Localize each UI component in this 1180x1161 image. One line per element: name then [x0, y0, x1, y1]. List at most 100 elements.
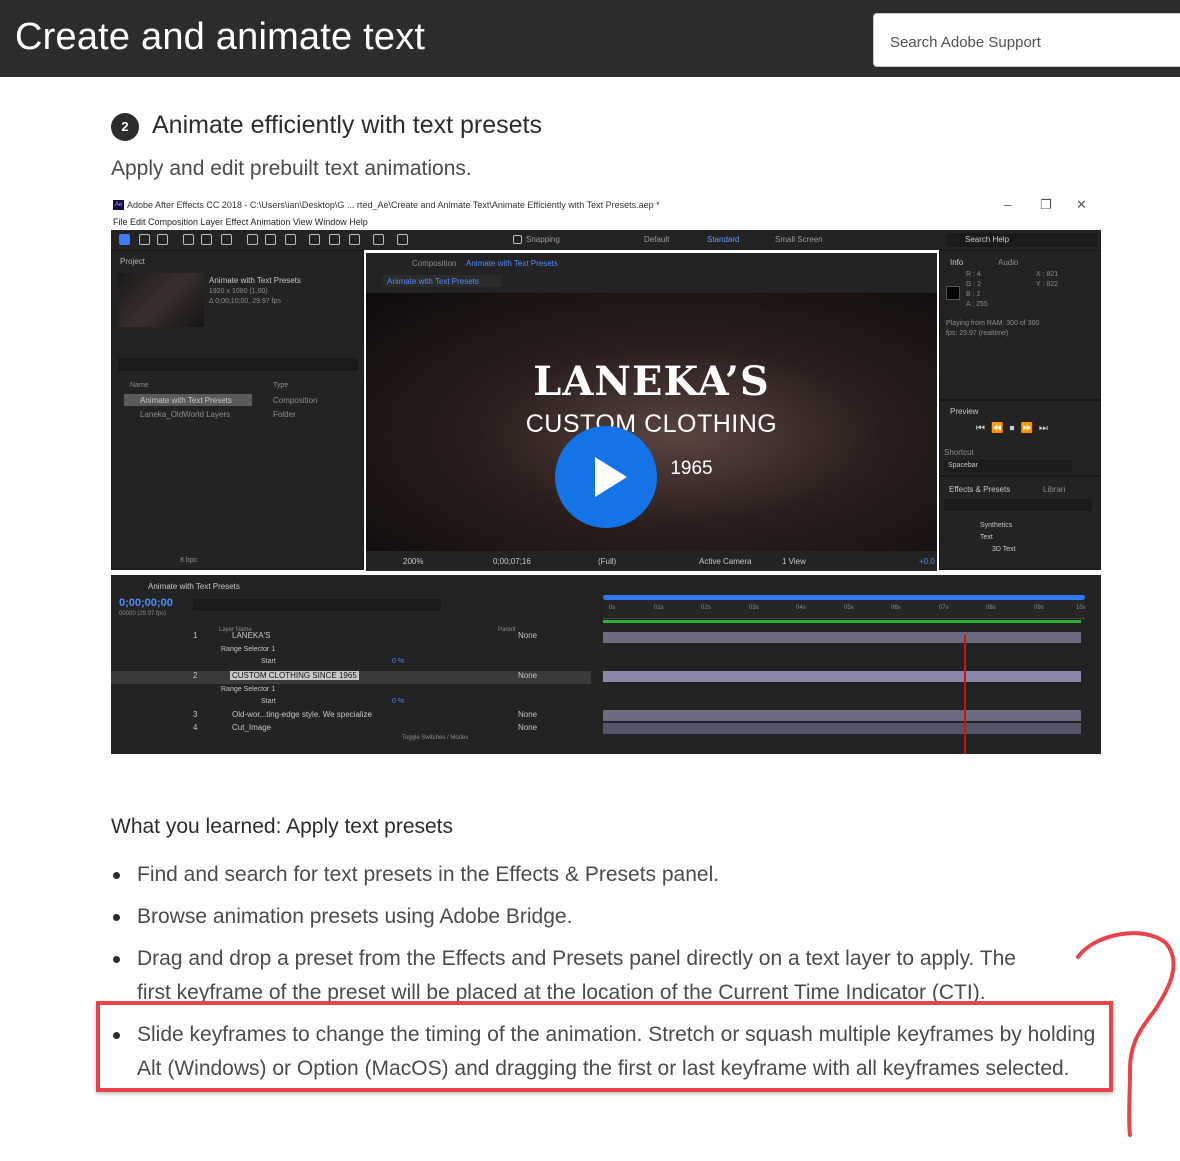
- layer-row[interactable]: Start 0 %: [111, 658, 591, 671]
- ruler-tick: 01s: [654, 605, 664, 611]
- layer-duration-bar[interactable]: [603, 710, 1081, 721]
- viewer-timecode[interactable]: 0;00;07;16: [493, 557, 531, 566]
- zoom-tool-icon: [157, 234, 168, 245]
- ruler-tick: 06s: [891, 605, 901, 611]
- zoom-level[interactable]: 200%: [403, 557, 423, 566]
- page: Create and animate text Search Adobe Sup…: [0, 0, 1180, 1161]
- rotate-tool-icon: [183, 234, 194, 245]
- workspace-small-screen[interactable]: Small Screen: [775, 235, 823, 244]
- layer-row-selected[interactable]: 2 CUSTOM CLOTHING SINCE 1965 None: [111, 671, 591, 684]
- video-play-button[interactable]: [555, 426, 657, 528]
- layer-row[interactable]: 1 LANEKA'S None: [111, 631, 591, 644]
- workspace-default[interactable]: Default: [644, 235, 669, 244]
- bpc-label[interactable]: 8 bpc: [180, 557, 197, 564]
- learned-bullet: Browse animation presets using Adobe Bri…: [111, 900, 1111, 934]
- learned-bullet: Drag and drop a preset from the Effects …: [111, 942, 1021, 1010]
- libraries-tab[interactable]: Librari: [1043, 485, 1065, 494]
- view-layout-dropdown[interactable]: 1 View: [782, 557, 806, 566]
- search-placeholder: Search Adobe Support: [890, 34, 1041, 51]
- learned-bullet: Find and search for text presets in the …: [111, 858, 1111, 892]
- learned-title: What you learned: Apply text presets: [111, 815, 454, 838]
- layer-parent[interactable]: None: [518, 710, 537, 719]
- type-tool-icon: [285, 234, 296, 245]
- render-bar: [603, 620, 1081, 623]
- timeline-panel: Animate with Text Presets 0;00;00;00 000…: [111, 575, 1101, 754]
- effects-tree-synthetics[interactable]: Synthetics: [980, 522, 1012, 529]
- work-area-bar[interactable]: [603, 595, 1085, 600]
- ae-menubar: File Edit Composition Layer Effect Anima…: [111, 217, 1101, 230]
- time-ruler[interactable]: 0s 01s 02s 03s 04s 05s 06s 07s 08s 09s 1…: [603, 595, 1086, 619]
- project-item-meta1: 1920 x 1080 (1.00): [209, 288, 268, 295]
- project-row-type: Folder: [273, 410, 296, 419]
- composition-thumbnail: [118, 273, 204, 327]
- toggle-switches-modes[interactable]: Toggle Switches / Modes: [402, 735, 468, 741]
- layer-value[interactable]: 0 %: [392, 698, 404, 705]
- brush-tool-icon: [309, 234, 320, 245]
- layer-row[interactable]: 4 Cut_Image None: [111, 723, 591, 736]
- page-header: Create and animate text Search Adobe Sup…: [0, 0, 1180, 77]
- current-time-indicator[interactable]: [964, 635, 966, 754]
- camera-tool-icon: [201, 234, 212, 245]
- shortcut-value: Spacebar: [948, 462, 978, 469]
- ae-logo-icon: Ae: [113, 200, 124, 210]
- comp-subtab-label: Animate with Text Presets: [387, 277, 479, 286]
- resolution-dropdown[interactable]: (Full): [598, 557, 616, 566]
- effects-presets-tab[interactable]: Effects & Presets: [949, 485, 1010, 494]
- layer-name: Start: [261, 658, 276, 665]
- ruler-tick: 10s: [1076, 605, 1086, 611]
- comp-subtab[interactable]: Animate with Text Presets: [382, 275, 502, 287]
- timeline-tab[interactable]: Animate with Text Presets: [148, 582, 240, 591]
- ae-titlebar: Ae Adobe After Effects CC 2018 - C:\User…: [111, 193, 1101, 217]
- layer-name: Cut_Image: [232, 723, 272, 732]
- layer-duration-bar[interactable]: [603, 723, 1081, 734]
- layer-duration-bar[interactable]: [603, 632, 1081, 643]
- info-tab[interactable]: Info: [950, 258, 963, 267]
- layer-row[interactable]: 3 Old-wor...ting-edge style. We speciali…: [111, 710, 591, 723]
- preview-panel: Preview ⏮⏪⏹⏩⏭ Shortcut Spacebar: [939, 400, 1101, 476]
- exposure-value[interactable]: +0.0: [919, 557, 935, 566]
- color-swatch: [946, 286, 960, 300]
- search-help-field[interactable]: Search Help: [947, 233, 1097, 247]
- workspace-standard[interactable]: Standard: [707, 235, 739, 244]
- project-row-name: Animate with Text Presets: [140, 396, 232, 405]
- timeline-search-field[interactable]: [193, 599, 441, 611]
- search-input[interactable]: Search Adobe Support: [873, 13, 1180, 67]
- audio-tab[interactable]: Audio: [998, 258, 1018, 267]
- comp-tab-label: Composition: [412, 259, 457, 268]
- timeline-timecode[interactable]: 0;00;00;00: [119, 597, 173, 609]
- section-subtitle: Apply and edit prebuilt text animations.: [111, 157, 472, 180]
- playback-controls-icon[interactable]: ⏮⏪⏹⏩⏭: [976, 423, 1054, 434]
- layer-name: Range Selector 1: [221, 646, 276, 653]
- effects-tree-3d-text[interactable]: 3D Text: [992, 546, 1016, 553]
- layer-name: Start: [261, 698, 276, 705]
- effects-search-field[interactable]: [944, 499, 1092, 511]
- question-mark-annotation-icon: [1076, 931, 1176, 1137]
- snapping-checkbox[interactable]: [513, 235, 522, 244]
- layer-parent[interactable]: None: [518, 671, 537, 680]
- info-panel: Info Audio R : 4 G : 2 B : 2 A : 255 X :…: [939, 250, 1101, 400]
- project-col-name: Name: [130, 382, 149, 389]
- ruler-tick: 05s: [844, 605, 854, 611]
- composition-panel-header: Composition Animate with Text Presets An…: [366, 253, 937, 293]
- layer-duration-bar-selected[interactable]: [603, 671, 1081, 682]
- effects-tree-text[interactable]: Text: [980, 534, 993, 541]
- shortcut-dropdown[interactable]: Spacebar: [944, 460, 1072, 472]
- viewer-title-line3: 1965: [670, 458, 713, 479]
- layer-value[interactable]: 0 %: [392, 658, 404, 665]
- preview-tab[interactable]: Preview: [950, 407, 978, 416]
- layer-parent[interactable]: None: [518, 723, 537, 732]
- page-title: Create and animate text: [15, 16, 426, 58]
- tutorial-video[interactable]: Ae Adobe After Effects CC 2018 - C:\User…: [111, 193, 1101, 754]
- layer-number: 4: [193, 723, 198, 732]
- annotation-highlight-box: [96, 1001, 1113, 1092]
- eraser-tool-icon: [349, 234, 360, 245]
- composition-viewer[interactable]: LANEKA’S CUSTOM CLOTHING 1965: [366, 293, 937, 551]
- comp-tab-name[interactable]: Animate with Text Presets: [466, 259, 558, 268]
- project-search-field[interactable]: [118, 358, 358, 371]
- effects-presets-panel: Effects & Presets Librari Synthetics Tex…: [939, 476, 1101, 570]
- project-item-meta2: Δ 0;00;10;00, 29.97 fps: [209, 298, 282, 305]
- minimize-icon: –: [1004, 197, 1012, 212]
- project-panel: Project Animate with Text Presets 1920 x…: [111, 250, 364, 570]
- camera-dropdown[interactable]: Active Camera: [699, 557, 751, 566]
- layer-parent[interactable]: None: [518, 631, 537, 640]
